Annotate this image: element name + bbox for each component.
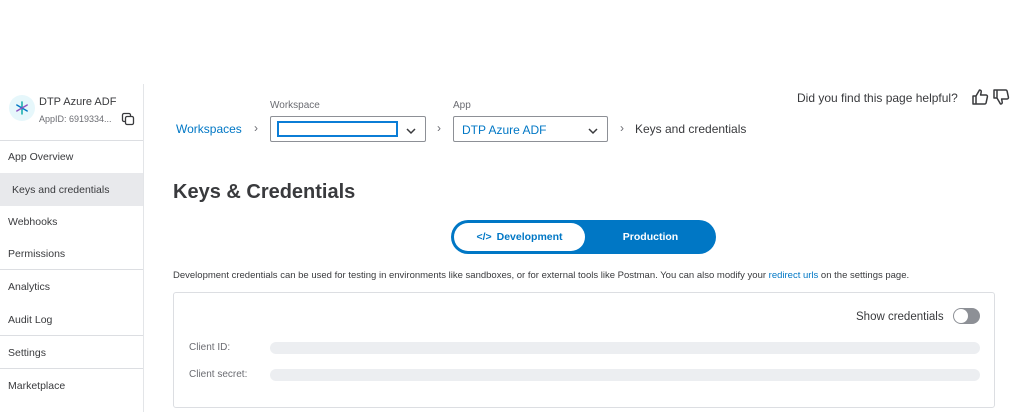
sidebar-item-settings[interactable]: Settings — [0, 336, 143, 369]
credentials-card: Show credentials Client ID: Client secre… — [173, 292, 995, 408]
breadcrumb-workspaces-link[interactable]: Workspaces — [176, 122, 242, 136]
app-logo-icon — [9, 95, 35, 121]
client-secret-value-placeholder — [270, 369, 980, 381]
chevron-right-icon: › — [437, 121, 441, 135]
development-tab-label: Development — [496, 231, 563, 243]
show-credentials-toggle[interactable] — [953, 308, 980, 324]
app-select-value: DTP Azure ADF — [462, 123, 547, 137]
chevron-down-icon — [587, 124, 599, 136]
workspace-label: Workspace — [270, 100, 320, 111]
sidebar-item-keys-and-credentials[interactable]: Keys and credentials — [0, 173, 143, 206]
chevron-right-icon: › — [620, 121, 624, 135]
sidebar-item-app-overview[interactable]: App Overview — [0, 140, 143, 173]
client-secret-label: Client secret: — [189, 369, 248, 380]
sidebar: DTP Azure ADF AppID: 6919334... App Over… — [0, 84, 144, 412]
sidebar-item-analytics[interactable]: Analytics — [0, 270, 143, 303]
app-select[interactable]: DTP Azure ADF — [453, 116, 608, 142]
environment-toggle: </> Development Production — [451, 220, 716, 254]
thumbs-up-icon[interactable] — [971, 88, 989, 106]
page-title: Keys & Credentials — [173, 181, 356, 203]
app-id: AppID: 6919334... — [39, 114, 112, 124]
production-tab[interactable]: Production — [585, 220, 716, 254]
sidebar-item-permissions[interactable]: Permissions — [0, 237, 143, 270]
app-name: DTP Azure ADF — [39, 96, 117, 108]
chevron-down-icon — [405, 124, 417, 136]
feedback-question: Did you find this page helpful? — [797, 91, 958, 105]
app-header: DTP Azure ADF AppID: 6919334... — [0, 84, 144, 138]
redirect-urls-link[interactable]: redirect urls — [769, 270, 819, 281]
sidebar-item-audit-log[interactable]: Audit Log — [0, 303, 143, 336]
workspace-value-redacted — [277, 121, 398, 137]
breadcrumb-current: Keys and credentials — [635, 122, 747, 136]
app-label: App — [453, 100, 471, 111]
copy-icon[interactable] — [121, 112, 135, 126]
sidebar-item-webhooks[interactable]: Webhooks — [0, 205, 143, 238]
code-icon: </> — [476, 231, 492, 243]
workspace-select[interactable] — [270, 116, 426, 142]
chevron-right-icon: › — [254, 121, 258, 135]
thumbs-down-icon[interactable] — [992, 88, 1010, 106]
development-tab[interactable]: </> Development — [454, 223, 585, 251]
production-tab-label: Production — [622, 231, 679, 243]
client-id-value-placeholder — [270, 342, 980, 354]
client-id-label: Client ID: — [189, 342, 231, 353]
sidebar-item-marketplace[interactable]: Marketplace — [0, 369, 143, 402]
toggle-knob — [954, 309, 968, 323]
credentials-description: Development credentials can be used for … — [173, 270, 910, 281]
show-credentials-label: Show credentials — [856, 311, 944, 323]
